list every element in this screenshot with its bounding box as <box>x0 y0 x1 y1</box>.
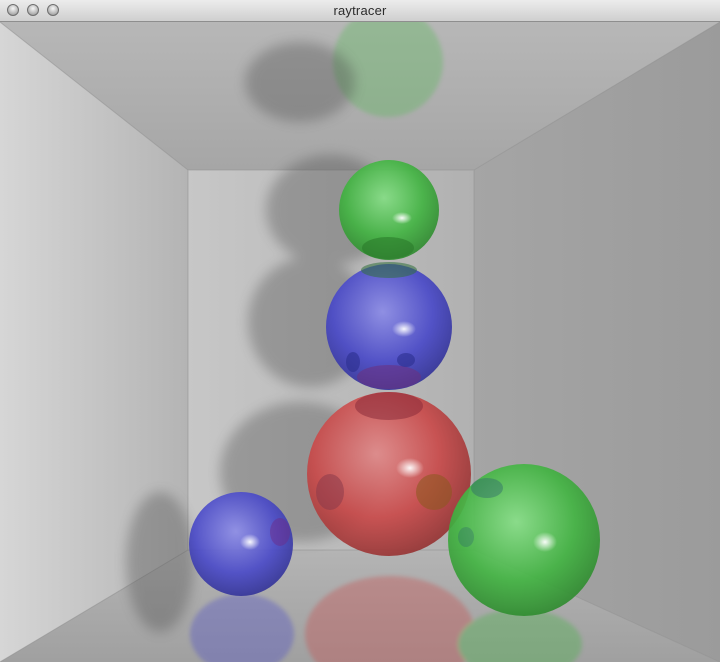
shadow-small-blue <box>126 492 194 632</box>
title-bar[interactable]: raytracer <box>0 0 720 22</box>
red-sphere <box>307 392 471 556</box>
specular-highlight <box>392 321 416 337</box>
blue-sphere-small <box>189 492 293 596</box>
render-canvas <box>0 22 720 662</box>
green-sphere-top <box>339 160 439 260</box>
window-title: raytracer <box>333 3 387 18</box>
green-sphere-large <box>448 464 600 616</box>
specular-highlight <box>533 532 557 552</box>
app-window: raytracer <box>0 0 720 662</box>
specular-highlight <box>392 212 412 224</box>
specular-highlight <box>396 458 424 478</box>
shadow-ceiling-green <box>245 42 355 122</box>
specular-highlight <box>240 534 260 550</box>
